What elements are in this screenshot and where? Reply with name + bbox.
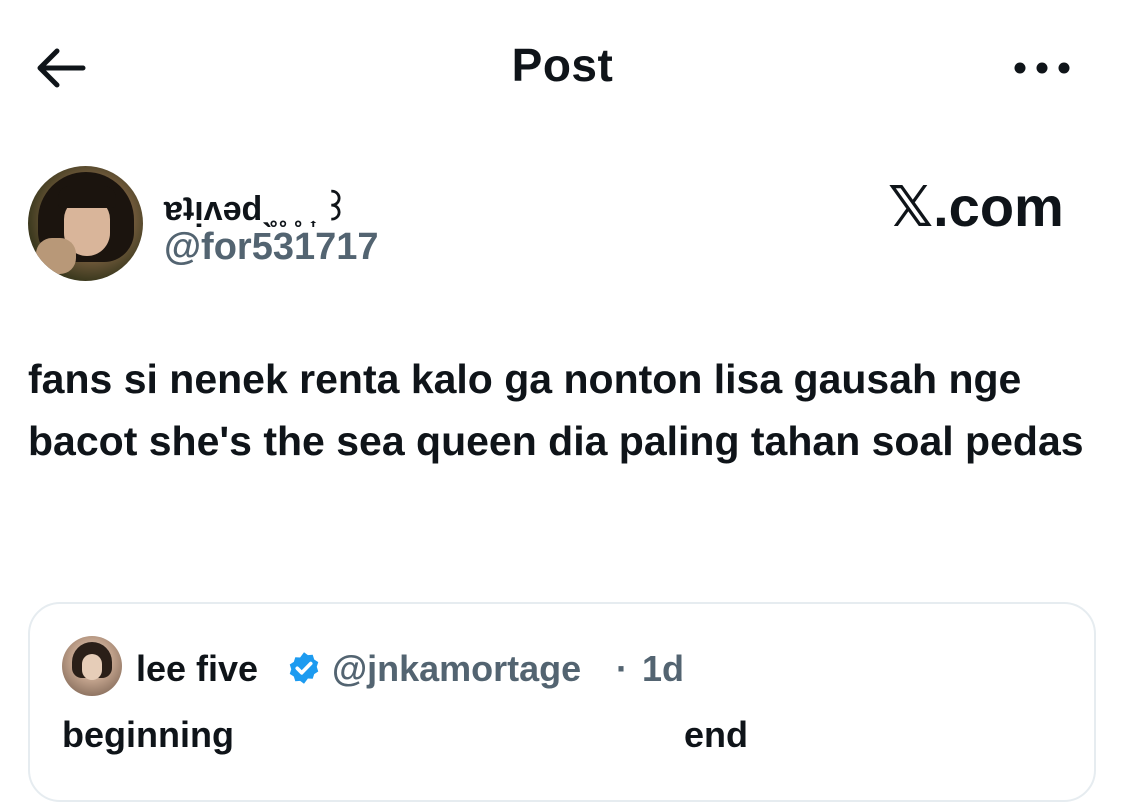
post-author: ɐʇᴉʌǝdˎ̥ ̥ ˳ ͎ ꒱ @for531717 𝕏.com — [28, 164, 1098, 284]
quoted-author-name[interactable]: lee five — [136, 648, 258, 690]
author-handle[interactable]: @for531717 — [164, 226, 379, 269]
quoted-text-beginning: beginning — [62, 714, 234, 755]
quoted-separator: · — [616, 648, 628, 689]
top-bar: Post — [0, 0, 1125, 130]
quoted-text-end: end — [684, 714, 749, 755]
verified-badge-icon — [289, 652, 319, 684]
more-options-button[interactable] — [1000, 40, 1084, 96]
post-text: fans si nenek renta kalo ga nonton lisa … — [28, 356, 1084, 464]
author-display-name[interactable]: ɐʇᴉʌǝdˎ̥ ̥ ˳ ͎ ꒱ — [164, 184, 349, 229]
quoted-author-avatar[interactable] — [62, 636, 122, 696]
x-com-watermark: 𝕏.com — [888, 175, 1064, 238]
quoted-post-card[interactable]: lee five @jnkamortage · 1d beginning end — [28, 602, 1096, 802]
quoted-timestamp[interactable]: 1d — [642, 648, 684, 690]
page-title: Post — [511, 39, 614, 91]
quoted-author-handle[interactable]: @jnkamortage — [332, 648, 581, 690]
author-avatar[interactable] — [28, 166, 143, 281]
more-horizontal-icon — [1014, 62, 1070, 74]
